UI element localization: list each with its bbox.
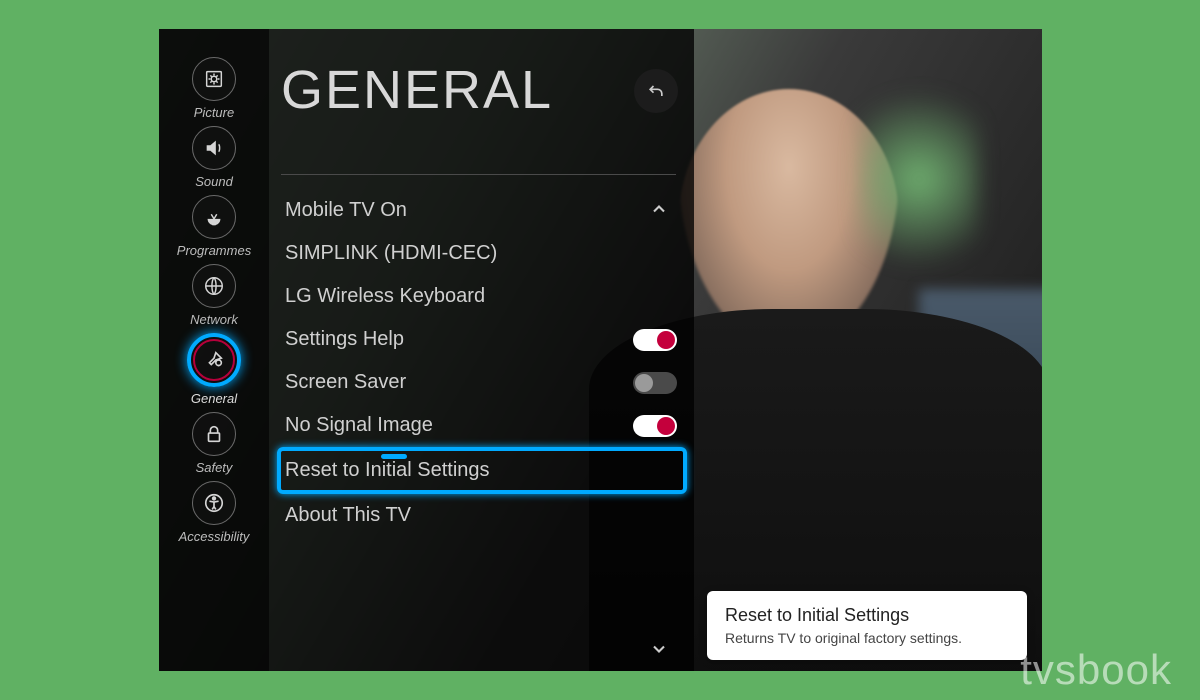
setting-label: Settings Help	[285, 328, 404, 351]
no-signal-image-toggle[interactable]	[633, 415, 677, 437]
back-button[interactable]	[634, 69, 678, 113]
tooltip: Reset to Initial Settings Returns TV to …	[707, 591, 1027, 660]
tv-screen: Picture Sound Programmes Network	[159, 29, 1042, 671]
sidebar-item-label: Network	[190, 312, 238, 327]
setting-label: No Signal Image	[285, 414, 433, 437]
sidebar-item-label: General	[191, 391, 237, 406]
setting-label: LG Wireless Keyboard	[285, 285, 485, 308]
network-icon	[192, 264, 236, 308]
setting-label: Mobile TV On	[285, 199, 407, 222]
watermark: tvsbook	[1020, 646, 1172, 694]
accessibility-icon	[192, 481, 236, 525]
general-icon	[187, 333, 241, 387]
sidebar-item-label: Safety	[196, 460, 233, 475]
setting-no-signal-image[interactable]: No Signal Image	[277, 404, 687, 447]
setting-screen-saver[interactable]: Screen Saver	[277, 361, 687, 404]
programmes-icon	[192, 195, 236, 239]
sidebar-item-sound[interactable]: Sound	[159, 126, 269, 189]
tooltip-body: Returns TV to original factory settings.	[725, 630, 1009, 646]
setting-label: About This TV	[285, 504, 411, 527]
sidebar-item-label: Picture	[194, 105, 234, 120]
sidebar-item-picture[interactable]: Picture	[159, 57, 269, 120]
screen-saver-toggle[interactable]	[633, 372, 677, 394]
decorative-dash	[381, 454, 407, 459]
settings-help-toggle[interactable]	[633, 329, 677, 351]
sidebar-item-network[interactable]: Network	[159, 264, 269, 327]
settings-sidebar: Picture Sound Programmes Network	[159, 29, 269, 671]
setting-about-this-tv[interactable]: About This TV	[277, 494, 687, 537]
sidebar-item-general[interactable]: General	[159, 333, 269, 406]
sidebar-item-label: Programmes	[177, 243, 251, 258]
lock-icon	[192, 412, 236, 456]
sidebar-item-programmes[interactable]: Programmes	[159, 195, 269, 258]
setting-label: Reset to Initial Settings	[285, 459, 490, 482]
picture-icon	[192, 57, 236, 101]
settings-list: Mobile TV On SIMPLINK (HDMI-CEC) LG Wire…	[277, 189, 687, 537]
sidebar-item-accessibility[interactable]: Accessibility	[159, 481, 269, 544]
sidebar-item-safety[interactable]: Safety	[159, 412, 269, 475]
setting-simplink[interactable]: SIMPLINK (HDMI-CEC)	[277, 232, 687, 275]
setting-label: SIMPLINK (HDMI-CEC)	[285, 242, 497, 265]
setting-label: Screen Saver	[285, 371, 406, 394]
sound-icon	[192, 126, 236, 170]
scroll-down-icon[interactable]	[649, 639, 669, 664]
setting-settings-help[interactable]: Settings Help	[277, 318, 687, 361]
sidebar-item-label: Sound	[195, 174, 233, 189]
setting-mobile-tv-on[interactable]: Mobile TV On	[277, 189, 687, 232]
divider	[281, 174, 676, 175]
sidebar-item-label: Accessibility	[179, 529, 250, 544]
page-title: GENERAL	[281, 59, 553, 121]
setting-lg-wireless-keyboard[interactable]: LG Wireless Keyboard	[277, 275, 687, 318]
tooltip-title: Reset to Initial Settings	[725, 605, 1009, 626]
setting-reset-to-initial[interactable]: Reset to Initial Settings	[277, 447, 687, 494]
